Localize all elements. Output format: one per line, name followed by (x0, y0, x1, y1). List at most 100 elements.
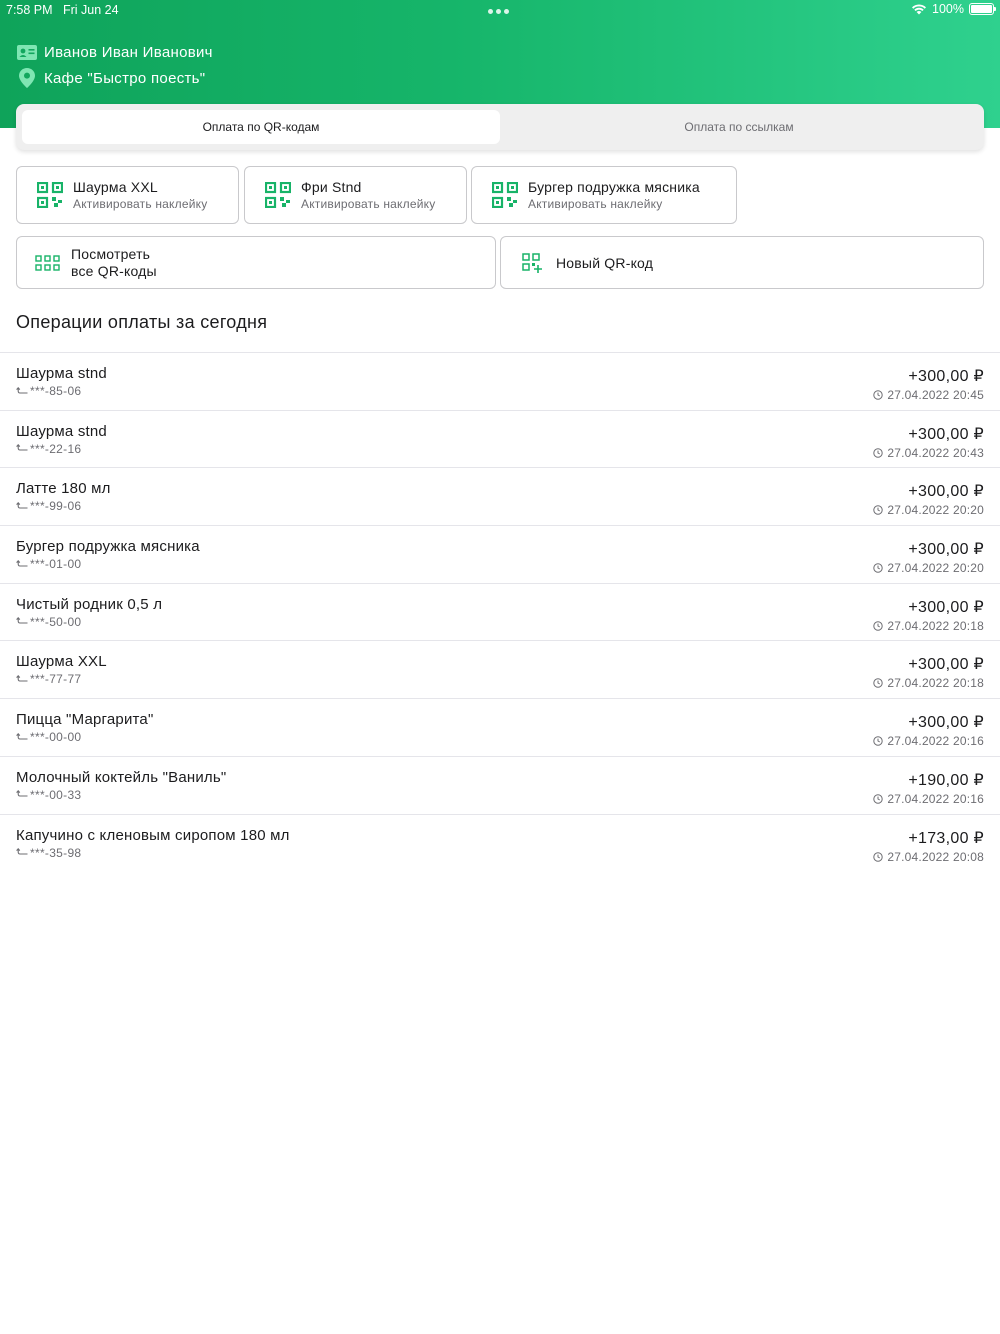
return-arrow-icon (16, 501, 28, 509)
id-card-icon (16, 42, 38, 62)
qr-code-icon (265, 182, 291, 208)
operation-name: Пицца "Маргарита" (16, 711, 154, 729)
timestamp: 27.04.2022 20:45 (887, 388, 984, 402)
tab-link-payments[interactable]: Оплата по ссылкам (500, 110, 978, 144)
operation-time: 27.04.2022 20:43 (873, 446, 984, 460)
operation-card: ***-22-16 (16, 442, 81, 456)
place-name: Кафе "Быстро поесть" (44, 69, 206, 87)
return-arrow-icon (16, 848, 28, 855)
battery-percent: 100% (932, 2, 964, 16)
operation-amount: +300,00 ₽ (908, 598, 984, 616)
operation-card: ***-77-77 (16, 672, 81, 686)
operation-row[interactable]: Молочный коктейль "Ваниль" ***-00-33 +190,… (0, 757, 1000, 815)
operation-row[interactable]: Латте 180 мл ***-99-06 +300,00 ₽ 27.04.2022… (0, 468, 1000, 527)
qr-card-subtitle: Активировать наклейку (73, 197, 208, 211)
operation-name: Латте 180 мл (16, 480, 111, 498)
card-mask: ***-77-77 (30, 672, 82, 687)
return-arrow-icon (16, 732, 28, 740)
place-row[interactable]: Кафе "Быстро поесть" (16, 68, 205, 88)
operation-amount: +300,00 ₽ (908, 714, 984, 732)
operation-name: Молочный коктейль "Ваниль" (16, 768, 227, 786)
view-all-qr-button[interactable]: Посмотреть все QR-коды (16, 236, 496, 289)
operation-card: ***-01-00 (16, 557, 81, 571)
operation-row[interactable]: Шаурма stnd ***-85-06 +300,00 ₽ 27.04.2022 … (0, 353, 1000, 411)
card-mask: ***-22-16 (30, 441, 82, 456)
new-qr-button[interactable]: Новый QR-код (500, 236, 984, 289)
qr-card-title: Фри Stnd (301, 179, 362, 195)
operation-amount: +173,00 ₽ (908, 829, 984, 847)
qr-card-burger[interactable]: Бургер подружка мясника Активировать нак… (471, 166, 737, 224)
operation-card: ***-99-06 (16, 499, 81, 513)
timestamp: 27.04.2022 20:20 (887, 561, 984, 576)
clock-icon (873, 505, 884, 516)
operations-list: Шаурма stnd ***-85-06 +300,00 ₽ 27.04.2022 … (0, 352, 1000, 872)
card-mask: ***-85-06 (30, 384, 82, 398)
user-row[interactable]: Иванов Иван Иванович (16, 42, 213, 62)
battery-icon (969, 3, 996, 15)
qr-card-subtitle: Активировать наклейку (301, 197, 436, 211)
qr-card-fries[interactable]: Фри Stnd Активировать наклейку (244, 166, 467, 224)
clock-icon (873, 447, 884, 458)
clock-icon (873, 678, 884, 689)
card-mask: ***-00-33 (30, 787, 82, 802)
qr-card-shawarma-xxl[interactable]: Шаурма XXL Активировать наклейку (16, 166, 239, 224)
operation-name: Чистый родник 0,5 л (16, 595, 163, 613)
operation-name: Шаурма stnd (16, 365, 107, 382)
qr-card-title: Бургер подружка мясника (528, 179, 700, 195)
operation-name: Бургер подружка мясника (16, 538, 200, 556)
card-mask: ***-50-00 (30, 614, 82, 629)
operation-row[interactable]: Чистый родник 0,5 л ***-50-00 +300,00 ₽ 27.… (0, 584, 1000, 642)
qr-add-icon (522, 252, 542, 273)
operation-row[interactable]: Шаурма stnd ***-22-16 +300,00 ₽ 27.04.2022 … (0, 411, 1000, 469)
operation-amount: +300,00 ₽ (908, 425, 984, 443)
status-date: Fri Jun 24 (63, 3, 119, 17)
clock-icon (873, 563, 884, 573)
timestamp: 27.04.2022 20:18 (887, 618, 984, 633)
operation-card: ***-50-00 (16, 615, 81, 629)
payment-mode-tabs: Оплата по QR-кодам Оплата по ссылкам (16, 104, 984, 150)
qr-code-icon (492, 182, 518, 208)
operation-amount: +190,00 ₽ (908, 771, 984, 789)
timestamp: 27.04.2022 20:20 (887, 503, 984, 518)
section-title: Операции оплаты за сегодня (16, 312, 268, 332)
operation-card: ***-85-06 (16, 384, 81, 398)
qr-codes-list-icon (35, 254, 60, 271)
status-bar: 7:58 PM Fri Jun 24 100% (0, 0, 1000, 22)
timestamp: 27.04.2022 20:43 (887, 445, 984, 460)
operation-time: 27.04.2022 20:20 (873, 503, 984, 517)
clock-icon (873, 851, 884, 862)
timestamp: 27.04.2022 20:08 (887, 849, 984, 864)
multitasking-dots-icon[interactable] (488, 9, 512, 15)
clock-icon (873, 794, 884, 804)
operation-card: ***-00-33 (16, 788, 81, 802)
return-arrow-icon (16, 674, 28, 682)
view-all-line1: Посмотреть (71, 245, 151, 262)
status-right: 100% (911, 2, 996, 16)
timestamp: 27.04.2022 20:16 (887, 734, 984, 749)
operation-time: 27.04.2022 20:45 (873, 388, 984, 402)
operation-name: Шаурма stnd (16, 422, 107, 440)
operation-time: 27.04.2022 20:16 (873, 734, 984, 748)
tab-qr-payments[interactable]: Оплата по QR-кодам (22, 110, 500, 144)
operation-time: 27.04.2022 20:08 (873, 850, 984, 864)
qr-card-title: Шаурма XXL (73, 179, 158, 195)
operation-row[interactable]: Шаурма XXL ***-77-77 +300,00 ₽ 27.04.2022 2… (0, 641, 1000, 700)
clock-icon (873, 390, 884, 400)
operation-amount: +300,00 ₽ (908, 483, 984, 501)
user-name: Иванов Иван Иванович (44, 43, 213, 61)
return-arrow-icon (16, 386, 28, 394)
clock-icon (873, 736, 884, 746)
operation-card: ***-35-98 (16, 846, 81, 860)
operation-amount: +300,00 ₽ (908, 368, 984, 385)
view-all-line2: все QR-коды (71, 262, 157, 279)
operation-row[interactable]: Пицца "Маргарита" ***-00-00 +300,00 ₽ 27.04… (0, 699, 1000, 757)
qr-card-subtitle: Активировать наклейку (528, 197, 663, 211)
location-pin-icon (16, 68, 38, 88)
new-qr-label: Новый QR-код (556, 254, 654, 271)
timestamp: 27.04.2022 20:18 (887, 676, 984, 691)
operation-row[interactable]: Капучино с кленовым сиропом 180 мл ***-35… (0, 815, 1000, 873)
card-mask: ***-35-98 (30, 845, 82, 860)
card-mask: ***-00-00 (30, 730, 82, 745)
card-mask: ***-01-00 (30, 557, 82, 572)
operation-row[interactable]: Бургер подружка мясника ***-01-00 +300,00 … (0, 526, 1000, 584)
